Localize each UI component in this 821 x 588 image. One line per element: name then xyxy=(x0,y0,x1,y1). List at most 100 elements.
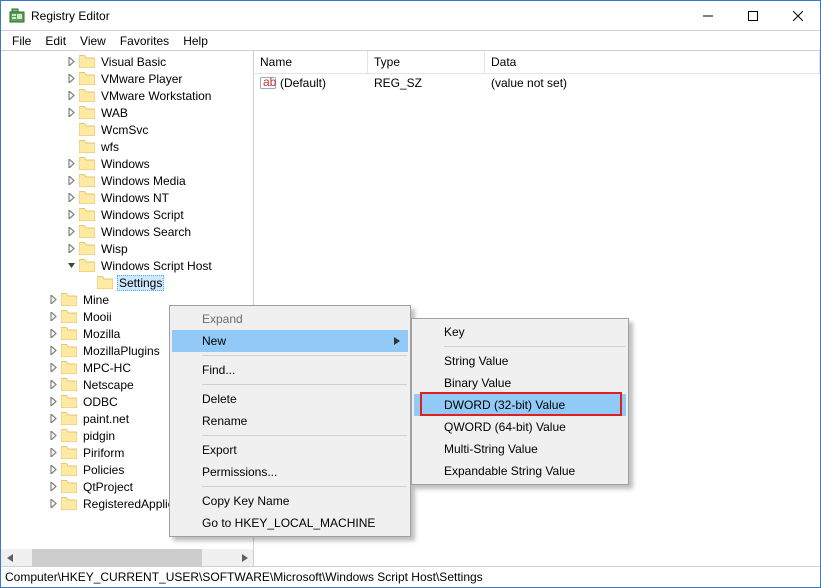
value-row[interactable]: (Default)REG_SZ(value not set) xyxy=(254,74,820,91)
expand-icon[interactable] xyxy=(47,310,60,323)
menu-view[interactable]: View xyxy=(73,32,113,50)
collapse-icon[interactable] xyxy=(65,259,78,272)
tree-item-label: pidgin xyxy=(81,429,117,443)
expand-icon[interactable] xyxy=(65,157,78,170)
statusbar-path: Computer\HKEY_CURRENT_USER\SOFTWARE\Micr… xyxy=(5,570,483,584)
column-type[interactable]: Type xyxy=(368,51,485,73)
expand-icon[interactable] xyxy=(47,327,60,340)
tree-item-windows-media[interactable]: Windows Media xyxy=(1,172,253,189)
new-multi-string-value[interactable]: Multi-String Value xyxy=(414,438,626,460)
expand-icon[interactable] xyxy=(65,89,78,102)
expand-icon[interactable] xyxy=(47,463,60,476)
folder-icon xyxy=(61,446,77,459)
tree-item-label: Mooii xyxy=(81,310,114,324)
menu-item-label: Expandable String Value xyxy=(444,464,575,478)
new-submenu[interactable]: Key String ValueBinary ValueDWORD (32-bit… xyxy=(411,318,629,485)
folder-icon xyxy=(79,208,95,221)
tree-item-windows-search[interactable]: Windows Search xyxy=(1,223,253,240)
menu-separator xyxy=(202,355,407,356)
registry-editor-window: Registry Editor FileEditViewFavoritesHel… xyxy=(0,0,821,588)
tree-item-wcmsvc[interactable]: WcmSvc xyxy=(1,121,253,138)
tree-item-vmware-workstation[interactable]: VMware Workstation xyxy=(1,87,253,104)
new-expandable-string-value[interactable]: Expandable String Value xyxy=(414,460,626,482)
menu-help[interactable]: Help xyxy=(176,32,215,50)
new-dword-32-bit-value[interactable]: DWORD (32-bit) Value xyxy=(414,394,626,416)
expand-icon[interactable] xyxy=(47,446,60,459)
expand-icon[interactable] xyxy=(65,242,78,255)
tree-item-vmware-player[interactable]: VMware Player xyxy=(1,70,253,87)
tree-item-windows-script-host[interactable]: Windows Script Host xyxy=(1,257,253,274)
scroll-thumb[interactable] xyxy=(32,549,202,566)
expand-icon[interactable] xyxy=(47,344,60,357)
tree-item-windows-script[interactable]: Windows Script xyxy=(1,206,253,223)
menu-separator xyxy=(202,435,407,436)
expand-icon[interactable] xyxy=(47,293,60,306)
ctx-find[interactable]: Find... xyxy=(172,359,408,381)
tree-item-windows-nt[interactable]: Windows NT xyxy=(1,189,253,206)
tree-item-wisp[interactable]: Wisp xyxy=(1,240,253,257)
ctx-copy-key-name[interactable]: Copy Key Name xyxy=(172,490,408,512)
submenu-arrow-icon xyxy=(394,334,400,348)
tree-item-visual-basic[interactable]: Visual Basic xyxy=(1,53,253,70)
new-qword-64-bit-value[interactable]: QWORD (64-bit) Value xyxy=(414,416,626,438)
expand-icon[interactable] xyxy=(47,378,60,391)
list-body[interactable]: (Default)REG_SZ(value not set) xyxy=(254,74,820,91)
ctx-go-to-hkey-local-machine[interactable]: Go to HKEY_LOCAL_MACHINE xyxy=(172,512,408,534)
ctx-expand[interactable]: Expand xyxy=(172,308,408,330)
folder-icon xyxy=(79,157,95,170)
tree-item-wfs[interactable]: wfs xyxy=(1,138,253,155)
expand-icon[interactable] xyxy=(47,395,60,408)
expand-icon[interactable] xyxy=(65,208,78,221)
expand-icon[interactable] xyxy=(65,225,78,238)
expand-icon[interactable] xyxy=(47,480,60,493)
ctx-permissions[interactable]: Permissions... xyxy=(172,461,408,483)
folder-icon xyxy=(79,225,95,238)
window-title: Registry Editor xyxy=(31,9,685,23)
expand-icon[interactable] xyxy=(65,106,78,119)
menu-item-label: QWORD (64-bit) Value xyxy=(444,420,566,434)
tree-item-windows[interactable]: Windows xyxy=(1,155,253,172)
expand-icon[interactable] xyxy=(47,429,60,442)
value-data: (value not set) xyxy=(485,74,820,91)
context-menu[interactable]: ExpandNew Find... DeleteRename ExportPermis… xyxy=(169,305,411,537)
ctx-new[interactable]: New xyxy=(172,330,408,352)
new-key[interactable]: Key xyxy=(414,321,626,343)
folder-icon xyxy=(61,327,77,340)
column-name[interactable]: Name xyxy=(254,51,368,73)
folder-icon xyxy=(61,480,77,493)
expand-icon[interactable] xyxy=(65,72,78,85)
list-header[interactable]: Name Type Data xyxy=(254,51,820,74)
expand-icon[interactable] xyxy=(47,497,60,510)
tree-item-settings[interactable]: Settings xyxy=(1,274,253,291)
expand-placeholder xyxy=(65,123,78,136)
expand-icon[interactable] xyxy=(47,412,60,425)
menu-item-label: Go to HKEY_LOCAL_MACHINE xyxy=(202,516,375,530)
ctx-rename[interactable]: Rename xyxy=(172,410,408,432)
titlebar[interactable]: Registry Editor xyxy=(1,1,820,31)
new-string-value[interactable]: String Value xyxy=(414,350,626,372)
tree-item-wab[interactable]: WAB xyxy=(1,104,253,121)
tree-item-label: MPC-HC xyxy=(81,361,133,375)
expand-icon[interactable] xyxy=(65,55,78,68)
ctx-export[interactable]: Export xyxy=(172,439,408,461)
menu-favorites[interactable]: Favorites xyxy=(113,32,176,50)
close-button[interactable] xyxy=(775,1,820,30)
expand-icon[interactable] xyxy=(65,174,78,187)
scroll-left-button[interactable] xyxy=(1,549,18,566)
maximize-button[interactable] xyxy=(730,1,775,30)
scroll-track[interactable] xyxy=(18,549,236,566)
tree-hscrollbar[interactable] xyxy=(1,549,253,566)
tree-item-label: wfs xyxy=(99,140,121,154)
tree-item-label: VMware Player xyxy=(99,72,184,86)
tree-item-label: Wisp xyxy=(99,242,130,256)
expand-icon[interactable] xyxy=(47,361,60,374)
expand-icon[interactable] xyxy=(65,191,78,204)
minimize-button[interactable] xyxy=(685,1,730,30)
menu-edit[interactable]: Edit xyxy=(38,32,73,50)
column-data[interactable]: Data xyxy=(485,51,820,73)
scroll-right-button[interactable] xyxy=(236,549,253,566)
ctx-delete[interactable]: Delete xyxy=(172,388,408,410)
new-binary-value[interactable]: Binary Value xyxy=(414,372,626,394)
tree-item-label: Visual Basic xyxy=(99,55,168,69)
menu-file[interactable]: File xyxy=(5,32,38,50)
